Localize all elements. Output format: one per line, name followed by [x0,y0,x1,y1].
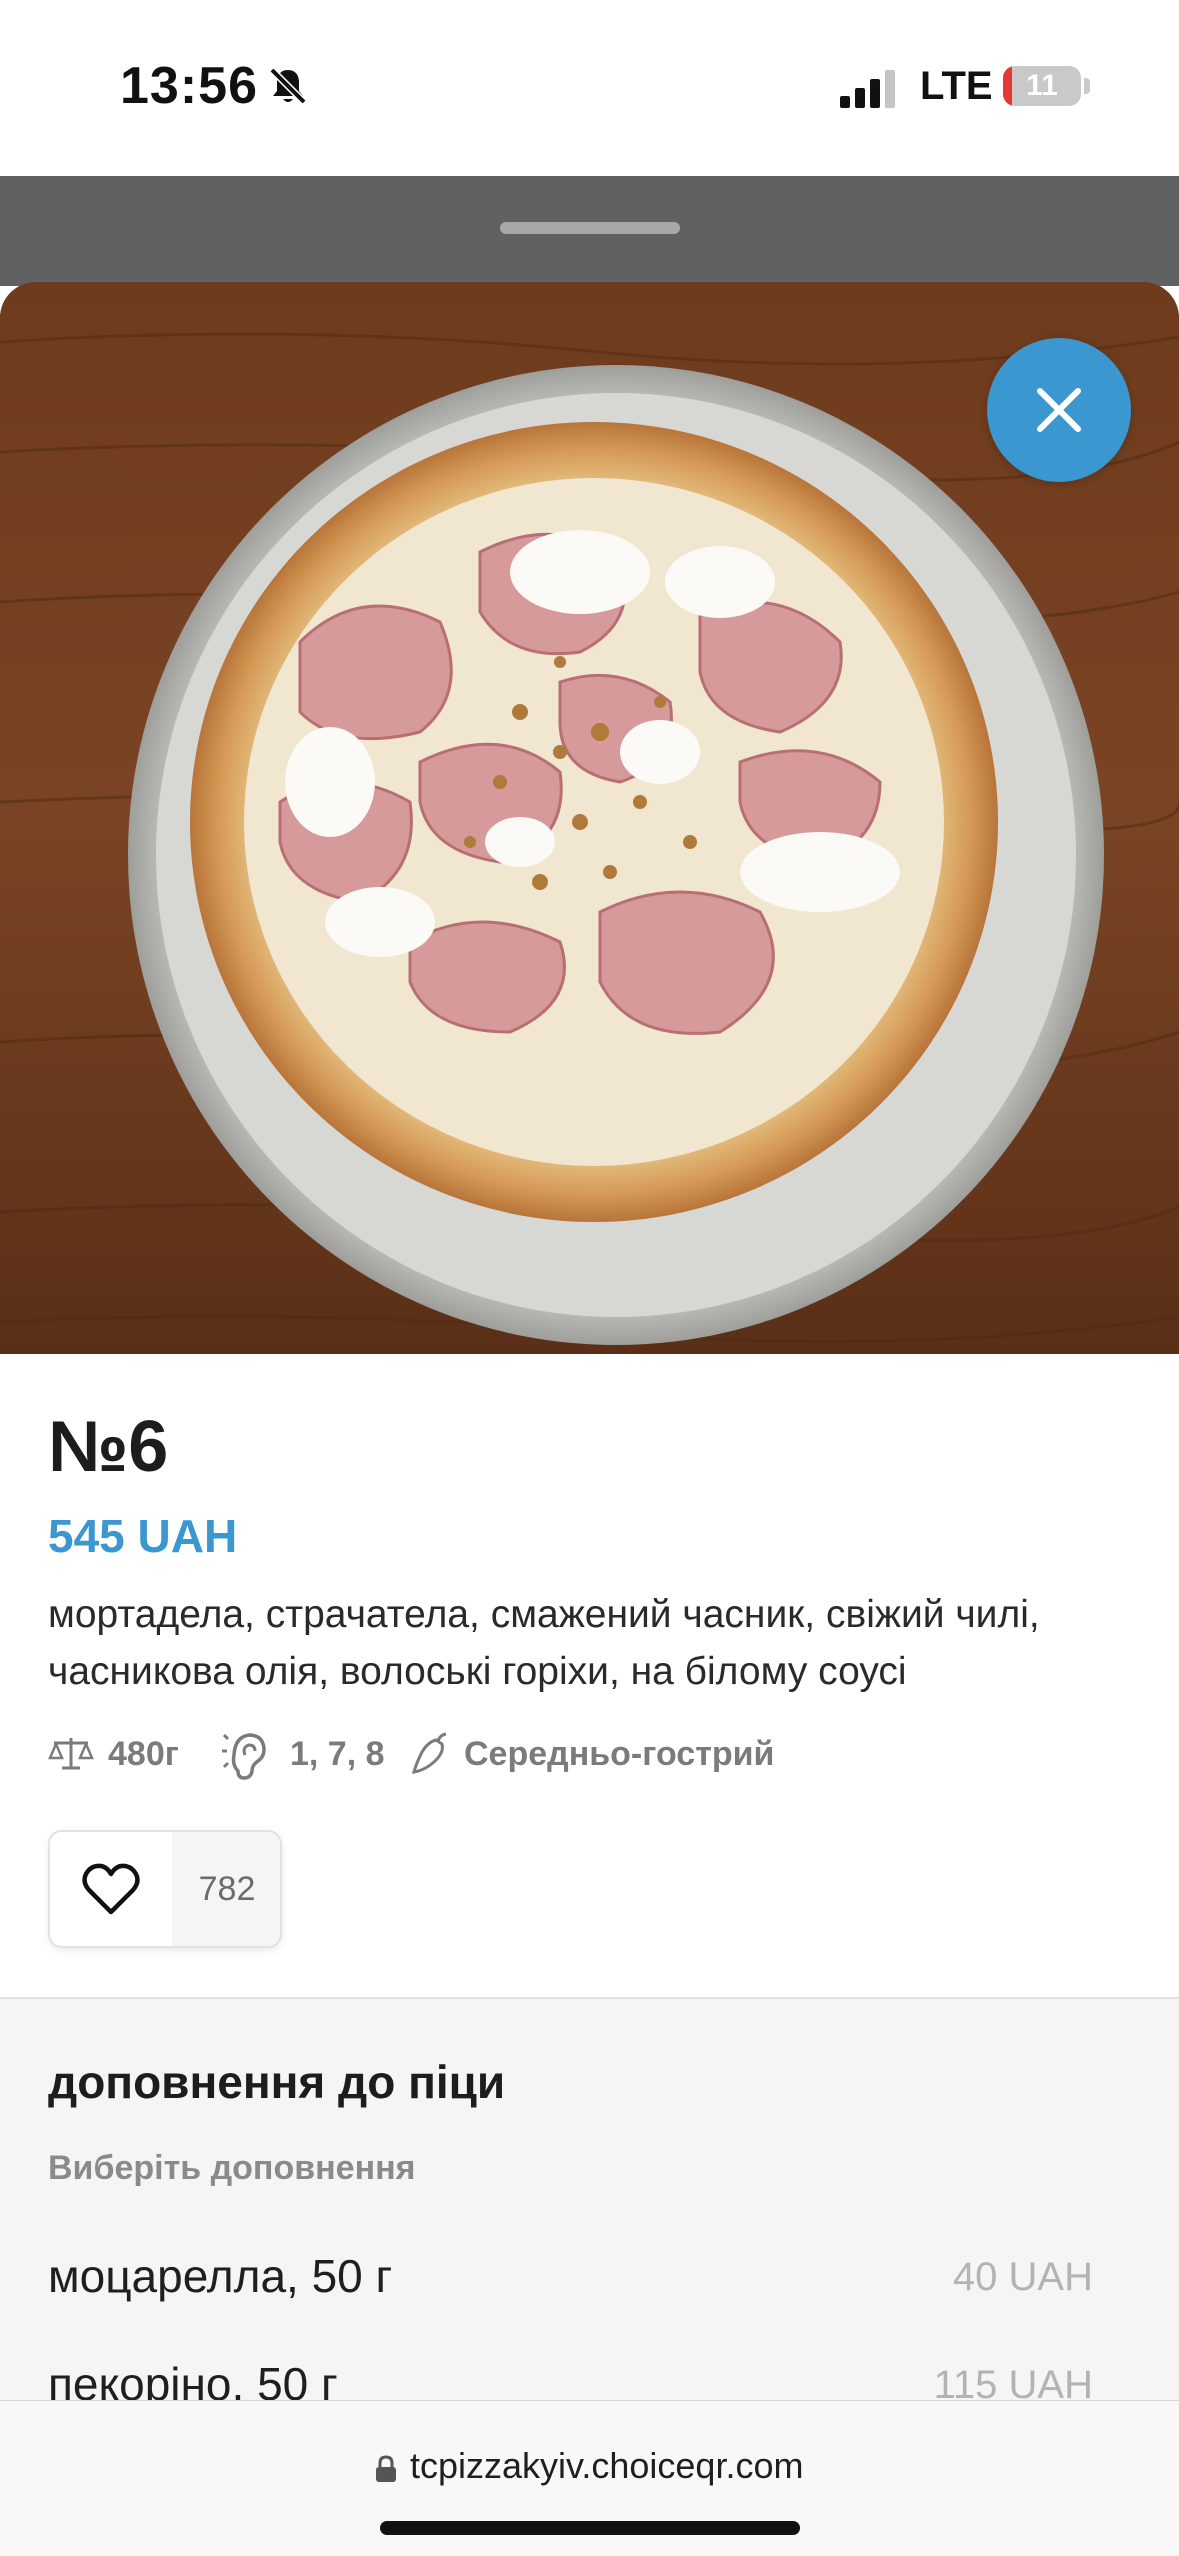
addon-name: пекоріно, 50 г [48,2358,338,2400]
product-meta: 480г 1, 7, 8 Середньо-гострий [48,1724,1148,1784]
product-details: №6 545 UAH мортадела, страчатела, смажен… [0,1354,1179,1999]
bell-muted-icon [269,67,307,105]
addon-name: моцарелла, 50 г [48,2250,393,2302]
product-price: 545 UAH [48,1510,238,1562]
like-count: 782 [172,1832,280,1946]
signal-icon [840,70,895,108]
product-description: мортадела, страчатела, смажений часник, … [48,1593,1040,1693]
sheet-drag-handle[interactable] [500,222,680,234]
spiciness-value: Середньо-гострий [464,1734,775,1773]
lock-icon [376,2455,396,2482]
addon-item[interactable]: моцарелла, 50 г 40 UAH [48,2249,1093,2329]
like-button[interactable] [50,1832,172,1946]
addons-section: доповнення до піци Виберіть доповнення м… [0,1997,1179,2400]
spiciness-meta: Середньо-гострий [410,1724,774,1784]
addons-subtitle: Виберіть доповнення [48,2149,416,2187]
chili-icon [411,1732,447,1774]
battery-percent: 11 [1026,69,1058,102]
close-button[interactable] [987,338,1131,482]
scale-icon [48,1738,94,1770]
addon-item[interactable]: пекоріно, 50 г 115 UAH [48,2357,1093,2400]
addon-price: 40 UAH [952,2255,1093,2299]
browser-url-bar[interactable]: tcpizzakyiv.choiceqr.com [0,2400,1179,2556]
url-text: tcpizzakyiv.choiceqr.com [410,2445,804,2486]
addon-price: 115 UAH [933,2363,1093,2400]
addons-title: доповнення до піци [48,2056,506,2108]
status-bar: 13:56 LTE 11 [0,0,1179,176]
battery-tip [1084,78,1090,94]
like-widget: 782 [48,1830,282,1948]
close-icon [1037,388,1081,432]
weight-meta: 480г [48,1724,179,1784]
battery-icon: 11 [1003,66,1081,106]
product-title: №6 [48,1407,169,1487]
network-type: LTE [920,64,993,108]
allergens-value: 1, 7, 8 [290,1734,385,1773]
status-time: 13:56 [120,57,258,115]
allergens-meta: 1, 7, 8 [218,1724,385,1784]
heart-icon [82,1863,140,1915]
allergen-ear-icon [222,1733,266,1780]
home-indicator[interactable] [380,2521,800,2535]
weight-value: 480г [108,1734,179,1773]
